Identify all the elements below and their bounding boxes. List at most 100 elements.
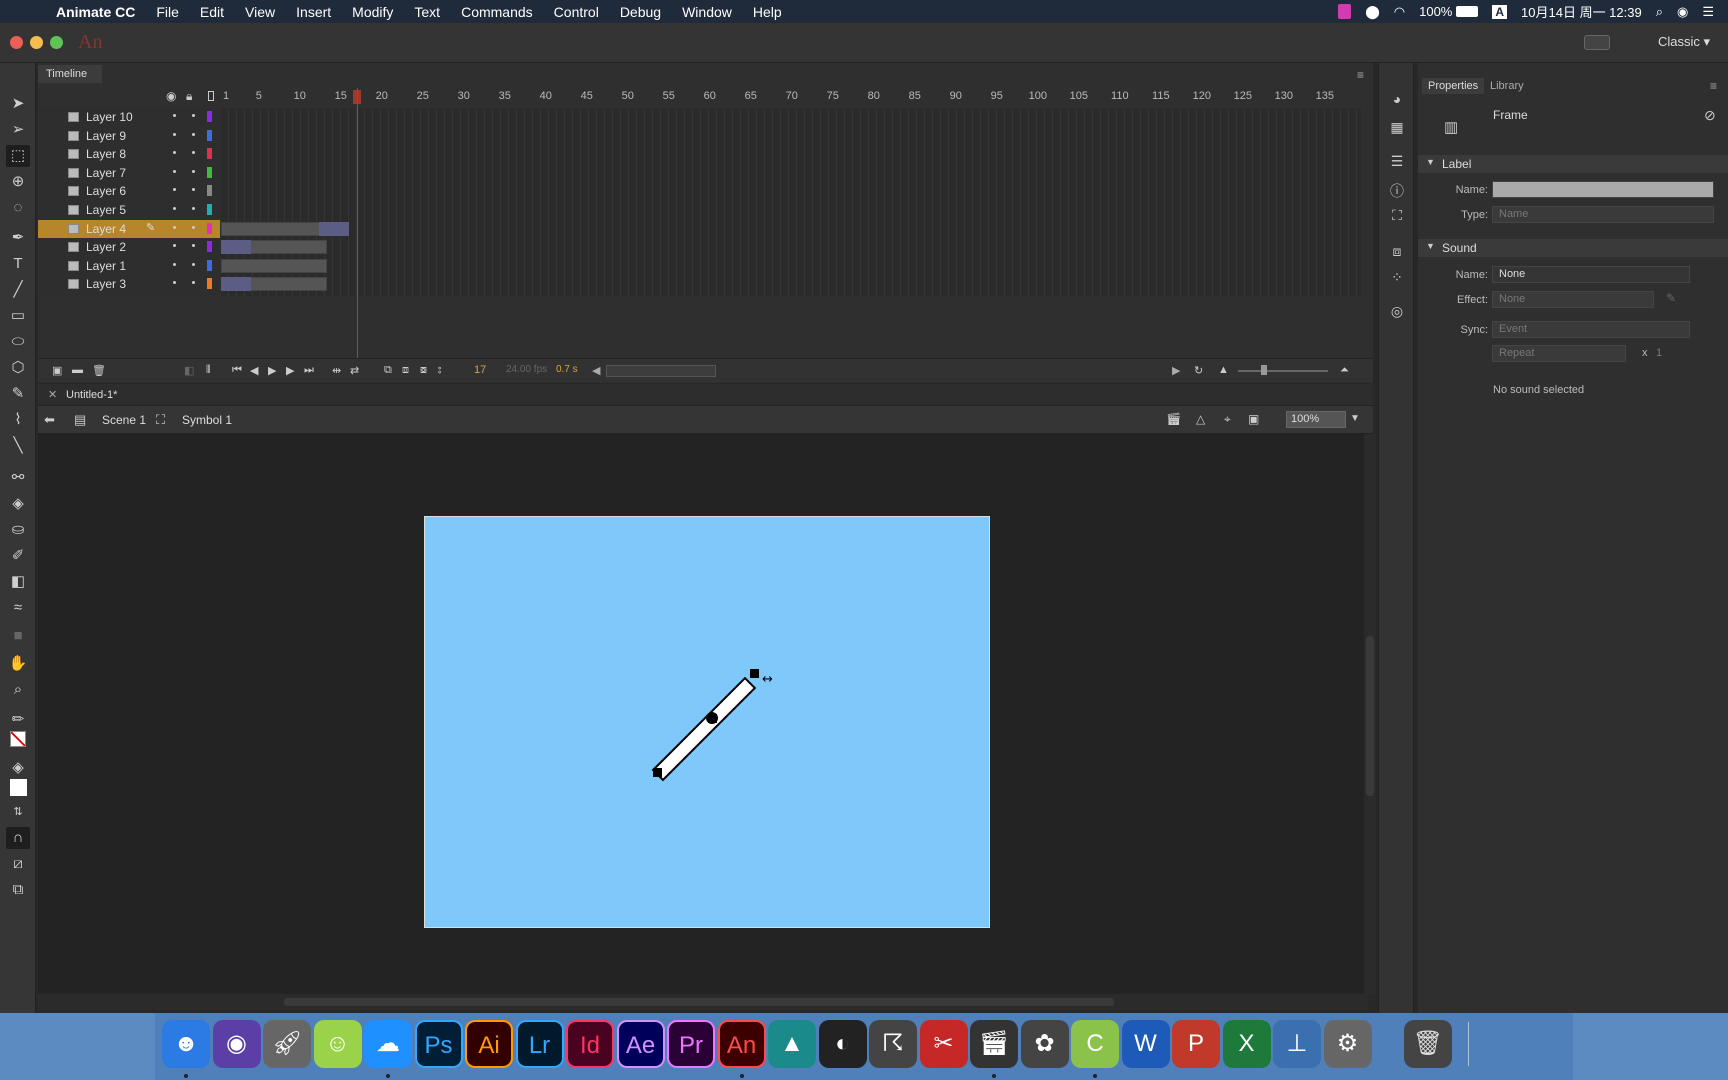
props-menu-icon[interactable]: ≡ (1710, 79, 1717, 93)
zoom-field[interactable]: 100% (1286, 411, 1346, 428)
minimize-window-button[interactable] (30, 36, 43, 49)
snap-to-objects-icon[interactable]: ∩ (6, 827, 30, 849)
rectangle-tool-icon[interactable]: ▭ (6, 305, 30, 327)
section-sound[interactable]: Sound (1418, 239, 1728, 257)
zoom-tool-icon[interactable]: ⌕ (6, 679, 30, 701)
layer-name[interactable]: Layer 9 (86, 129, 126, 143)
polystar-tool-icon[interactable]: ⬡ (6, 357, 30, 379)
layer-name[interactable]: Layer 4 (86, 222, 126, 236)
battery-percent[interactable]: 100% (1419, 4, 1452, 19)
dock-item-siri[interactable]: ◉ (212, 1020, 261, 1068)
bone-shape[interactable]: ↔ (425, 517, 991, 929)
tween-span[interactable] (319, 221, 349, 236)
color-panel-icon[interactable]: ◕ (1388, 91, 1406, 109)
spotlight-icon[interactable]: ⌕ (1656, 4, 1663, 20)
vertical-scroll-thumb[interactable] (1366, 636, 1374, 796)
menu-app[interactable]: Animate CC (56, 4, 135, 20)
workspace-switcher[interactable]: Classic ▾ (1658, 34, 1710, 50)
effect-select[interactable]: None (1492, 291, 1654, 308)
menu-text[interactable]: Text (414, 4, 440, 20)
dock-item-id[interactable]: Id (566, 1020, 614, 1068)
visibility-dot[interactable] (173, 188, 176, 192)
workspace-sync-icon[interactable] (1584, 35, 1610, 50)
layer-name[interactable]: Layer 6 (86, 184, 126, 198)
dock-item-android[interactable]: ☺ (313, 1020, 362, 1068)
layer-outline-color[interactable] (207, 148, 212, 160)
status-app-icon[interactable] (1338, 4, 1352, 19)
free-transform-tool-icon[interactable]: ⬚ (6, 145, 30, 167)
fill-color-icon[interactable]: ◈ (6, 757, 30, 779)
dock-item-finder[interactable]: ☻ (162, 1020, 210, 1068)
swap-colors-icon[interactable]: ⇅ (6, 801, 30, 823)
sync-select[interactable]: Event (1492, 321, 1690, 338)
menu-view[interactable]: View (245, 4, 275, 20)
input-source[interactable]: A (1492, 4, 1508, 19)
scroll-right-icon[interactable]: ▶ (1172, 364, 1180, 377)
dock-item-maya[interactable]: ▲ (768, 1020, 816, 1068)
outline-all-icon[interactable] (208, 91, 214, 101)
horizontal-scroll-thumb[interactable] (284, 998, 1114, 1006)
lock-dot[interactable] (192, 151, 195, 155)
layer-outline-color[interactable] (207, 259, 212, 271)
layer-row[interactable]: Layer 7 (38, 164, 220, 182)
tween-span[interactable] (221, 277, 251, 292)
layer-outline-color[interactable] (207, 241, 212, 253)
visibility-dot[interactable] (173, 207, 176, 210)
zoom-dropdown-icon[interactable]: ▼ (1350, 413, 1360, 424)
eraser-tool-icon[interactable]: ◧ (6, 571, 30, 593)
straighten-icon[interactable]: ⧉ (6, 879, 30, 901)
step-back-icon[interactable]: ◀ (250, 364, 258, 377)
stroke-color-icon[interactable]: ✏ (6, 709, 30, 731)
lock-dot[interactable] (192, 225, 195, 229)
vertical-scrollbar[interactable] (1364, 434, 1376, 994)
visibility-dot[interactable] (173, 132, 176, 136)
sound-name-select[interactable]: None (1492, 266, 1690, 283)
repeat-count[interactable]: 1 (1656, 347, 1662, 359)
line-tool-icon[interactable]: ╱ (6, 279, 30, 301)
pencil-tool-icon[interactable]: ✎ (6, 383, 30, 405)
zoom-out-frames-icon[interactable]: ▲ (1218, 364, 1229, 376)
dock-item-final-cut[interactable]: 🎬︎ (970, 1020, 1018, 1068)
dock-item-ae[interactable]: Ae (616, 1020, 665, 1068)
subselection-tool-icon[interactable]: ➢ (6, 119, 30, 141)
visibility-dot[interactable] (173, 262, 176, 266)
step-forward-icon[interactable]: ▶ (286, 364, 294, 377)
pen-tool-icon[interactable]: ✒ (6, 227, 30, 249)
ink-bottle-tool-icon[interactable]: ⛀ (6, 519, 30, 541)
loop-icon[interactable]: ⇹ (332, 364, 341, 377)
layer-row[interactable]: Layer 6 (38, 182, 220, 200)
dock-item-ai[interactable]: Ai (465, 1020, 513, 1068)
menu-insert[interactable]: Insert (296, 4, 331, 20)
layer-row[interactable]: Layer 1 (38, 257, 220, 275)
breadcrumb-scene[interactable]: Scene 1 (102, 413, 146, 427)
menu-file[interactable]: File (156, 4, 179, 20)
transform-panel-icon[interactable]: ⛶ (1388, 207, 1406, 225)
layer-row[interactable]: Layer 2 (38, 238, 220, 256)
play-icon[interactable]: ▶ (268, 364, 276, 377)
lock-dot[interactable] (192, 244, 195, 248)
fit-timeline-icon[interactable]: ↻ (1194, 364, 1203, 377)
horizontal-scrollbar[interactable] (38, 994, 1368, 1010)
lock-dot[interactable] (192, 169, 195, 173)
oval-tool-icon[interactable]: ⬭ (6, 331, 30, 353)
paint-bucket-tool-icon[interactable]: ◈ (6, 493, 30, 515)
layer-outline-color[interactable] (207, 166, 212, 178)
layer-outline-color[interactable] (207, 278, 212, 290)
document-tab[interactable]: Untitled-1* (66, 389, 117, 401)
tween-span[interactable] (221, 240, 251, 255)
notification-center-icon[interactable]: ☰ (1702, 4, 1714, 20)
dock-item-coda[interactable]: C (1071, 1020, 1119, 1068)
text-tool-icon[interactable]: T (6, 253, 30, 275)
tab-properties[interactable]: Properties (1422, 78, 1485, 94)
dock-item-launchpad[interactable]: 🚀︎ (263, 1020, 311, 1068)
eyedropper-tool-icon[interactable]: ✐ (6, 545, 30, 567)
layer-row[interactable]: Layer 8 (38, 145, 220, 163)
width-tool-icon[interactable]: ≈ (6, 597, 30, 619)
edit-symbols-icon[interactable]: △ (1196, 412, 1205, 426)
center-frame-icon[interactable]: ⇄ (350, 364, 359, 377)
parent-view-icon[interactable]: ⫴ (206, 364, 211, 377)
onion-skin-icon[interactable]: ⧉ (384, 364, 392, 377)
frame-rate[interactable]: 24.00 fps (506, 364, 547, 375)
menu-modify[interactable]: Modify (352, 4, 393, 20)
layer-name[interactable]: Layer 8 (86, 147, 126, 161)
